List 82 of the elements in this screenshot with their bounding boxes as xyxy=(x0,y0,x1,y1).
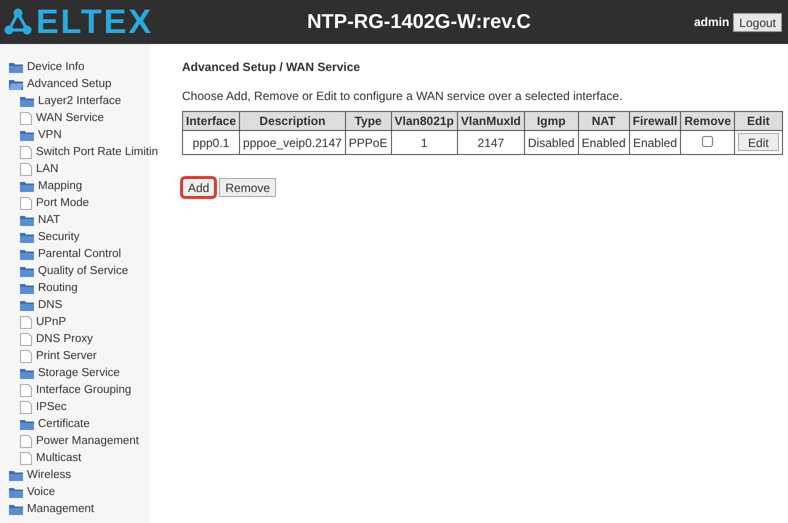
sidebar-item[interactable]: Certificate xyxy=(0,416,90,433)
device-title: NTP-RG-1402G-W:rev.C xyxy=(307,10,531,35)
table-cell: 1 xyxy=(391,130,458,154)
folder-icon xyxy=(20,283,34,294)
column-header: Vlan8021p xyxy=(391,112,458,130)
logout-button[interactable]: Logout xyxy=(733,12,782,32)
page-icon xyxy=(20,112,32,125)
sidebar-item[interactable]: DNS Proxy xyxy=(0,331,93,348)
remove-checkbox[interactable] xyxy=(702,136,714,146)
sidebar-item[interactable]: DNS xyxy=(0,297,62,314)
folder-icon xyxy=(20,96,34,107)
sidebar-item[interactable]: UPnP xyxy=(0,314,66,331)
logo-text: ELTEX xyxy=(36,5,154,39)
sidebar-item[interactable]: Security xyxy=(0,229,80,246)
sidebar-item[interactable]: Storage Service xyxy=(0,365,120,382)
column-header: Interface xyxy=(182,112,240,130)
sidebar-item[interactable]: WAN Service xyxy=(0,110,104,127)
folder-icon xyxy=(20,266,34,277)
logo-icon xyxy=(4,8,32,36)
folder-icon xyxy=(20,249,34,260)
sidebar-item[interactable]: Voice xyxy=(0,484,56,501)
folder-icon xyxy=(20,368,34,379)
folder-icon xyxy=(9,487,23,498)
column-header: Type xyxy=(345,112,391,130)
page-icon xyxy=(20,452,32,465)
sidebar-item[interactable]: Print Server xyxy=(0,348,97,365)
sidebar-item[interactable]: Power Management xyxy=(0,433,139,450)
sidebar-item[interactable]: VPN xyxy=(0,127,62,144)
sidebar-item[interactable]: Multicast xyxy=(0,450,82,467)
sidebar-item[interactable]: Quality of Service xyxy=(0,263,128,280)
sidebar-item[interactable]: Device Info xyxy=(0,59,85,76)
page-icon xyxy=(20,146,32,159)
user-name: admin xyxy=(694,14,730,31)
folder-icon xyxy=(20,300,34,311)
sidebar-item[interactable]: Parental Control xyxy=(0,246,122,263)
page-icon xyxy=(20,197,32,210)
sidebar-item[interactable]: Advanced Setup xyxy=(0,76,112,93)
table-cell: Enabled xyxy=(578,130,630,154)
column-header: Description xyxy=(240,112,346,130)
action-button[interactable]: Add xyxy=(182,178,216,197)
table-cell: Enabled xyxy=(629,130,681,154)
page-icon xyxy=(20,384,32,397)
column-header: VlanMuxId xyxy=(457,112,524,130)
folder-icon xyxy=(9,470,23,481)
table-cell: 2147 xyxy=(457,130,524,154)
folder-icon xyxy=(20,130,34,141)
sidebar-item[interactable]: NAT xyxy=(0,212,60,229)
folder-icon xyxy=(9,504,23,515)
sidebar-item[interactable]: Layer2 Interface xyxy=(0,93,122,110)
column-header: Edit xyxy=(734,112,782,130)
folder-icon xyxy=(20,215,34,226)
sidebar-item[interactable]: Interface Grouping xyxy=(0,382,132,399)
table-cell: Disabled xyxy=(524,130,578,154)
sidebar-item[interactable]: Port Mode xyxy=(0,195,90,212)
page-icon xyxy=(20,435,32,448)
sidebar-item[interactable]: Management xyxy=(0,501,94,518)
folder-icon xyxy=(20,181,34,192)
sidebar-item[interactable]: IPSec xyxy=(0,399,67,416)
page-icon xyxy=(20,163,32,176)
page-icon xyxy=(20,401,32,414)
column-header: NAT xyxy=(578,112,630,130)
folder-icon xyxy=(20,232,34,243)
sidebar-item[interactable]: Wireless xyxy=(0,467,72,484)
sidebar-item[interactable]: Mapping xyxy=(0,178,82,195)
sidebar-item[interactable]: LAN xyxy=(0,161,58,178)
edit-button[interactable]: Edit xyxy=(738,133,779,151)
page-icon xyxy=(20,333,32,346)
column-header: Igmp xyxy=(524,112,578,130)
table-cell: pppoe_veip0.2147 xyxy=(240,130,346,154)
intro-text: Choose Add, Remove or Edit to configure a WAN service over a selected interface. xyxy=(182,88,624,105)
page-icon xyxy=(20,350,32,363)
page-heading: Advanced Setup / WAN Service xyxy=(182,59,362,76)
sidebar-item[interactable]: Switch Port Rate Limitin xyxy=(0,144,158,161)
sidebar-item[interactable]: Routing xyxy=(0,280,78,297)
table-cell: PPPoE xyxy=(345,130,391,154)
column-header: Remove xyxy=(680,112,735,130)
folder-icon xyxy=(20,419,34,430)
column-header: Firewall xyxy=(629,112,681,130)
folder-icon xyxy=(9,62,23,73)
page-icon xyxy=(20,316,32,329)
action-button[interactable]: Remove xyxy=(219,178,276,197)
table-cell: ppp0.1 xyxy=(182,130,240,154)
